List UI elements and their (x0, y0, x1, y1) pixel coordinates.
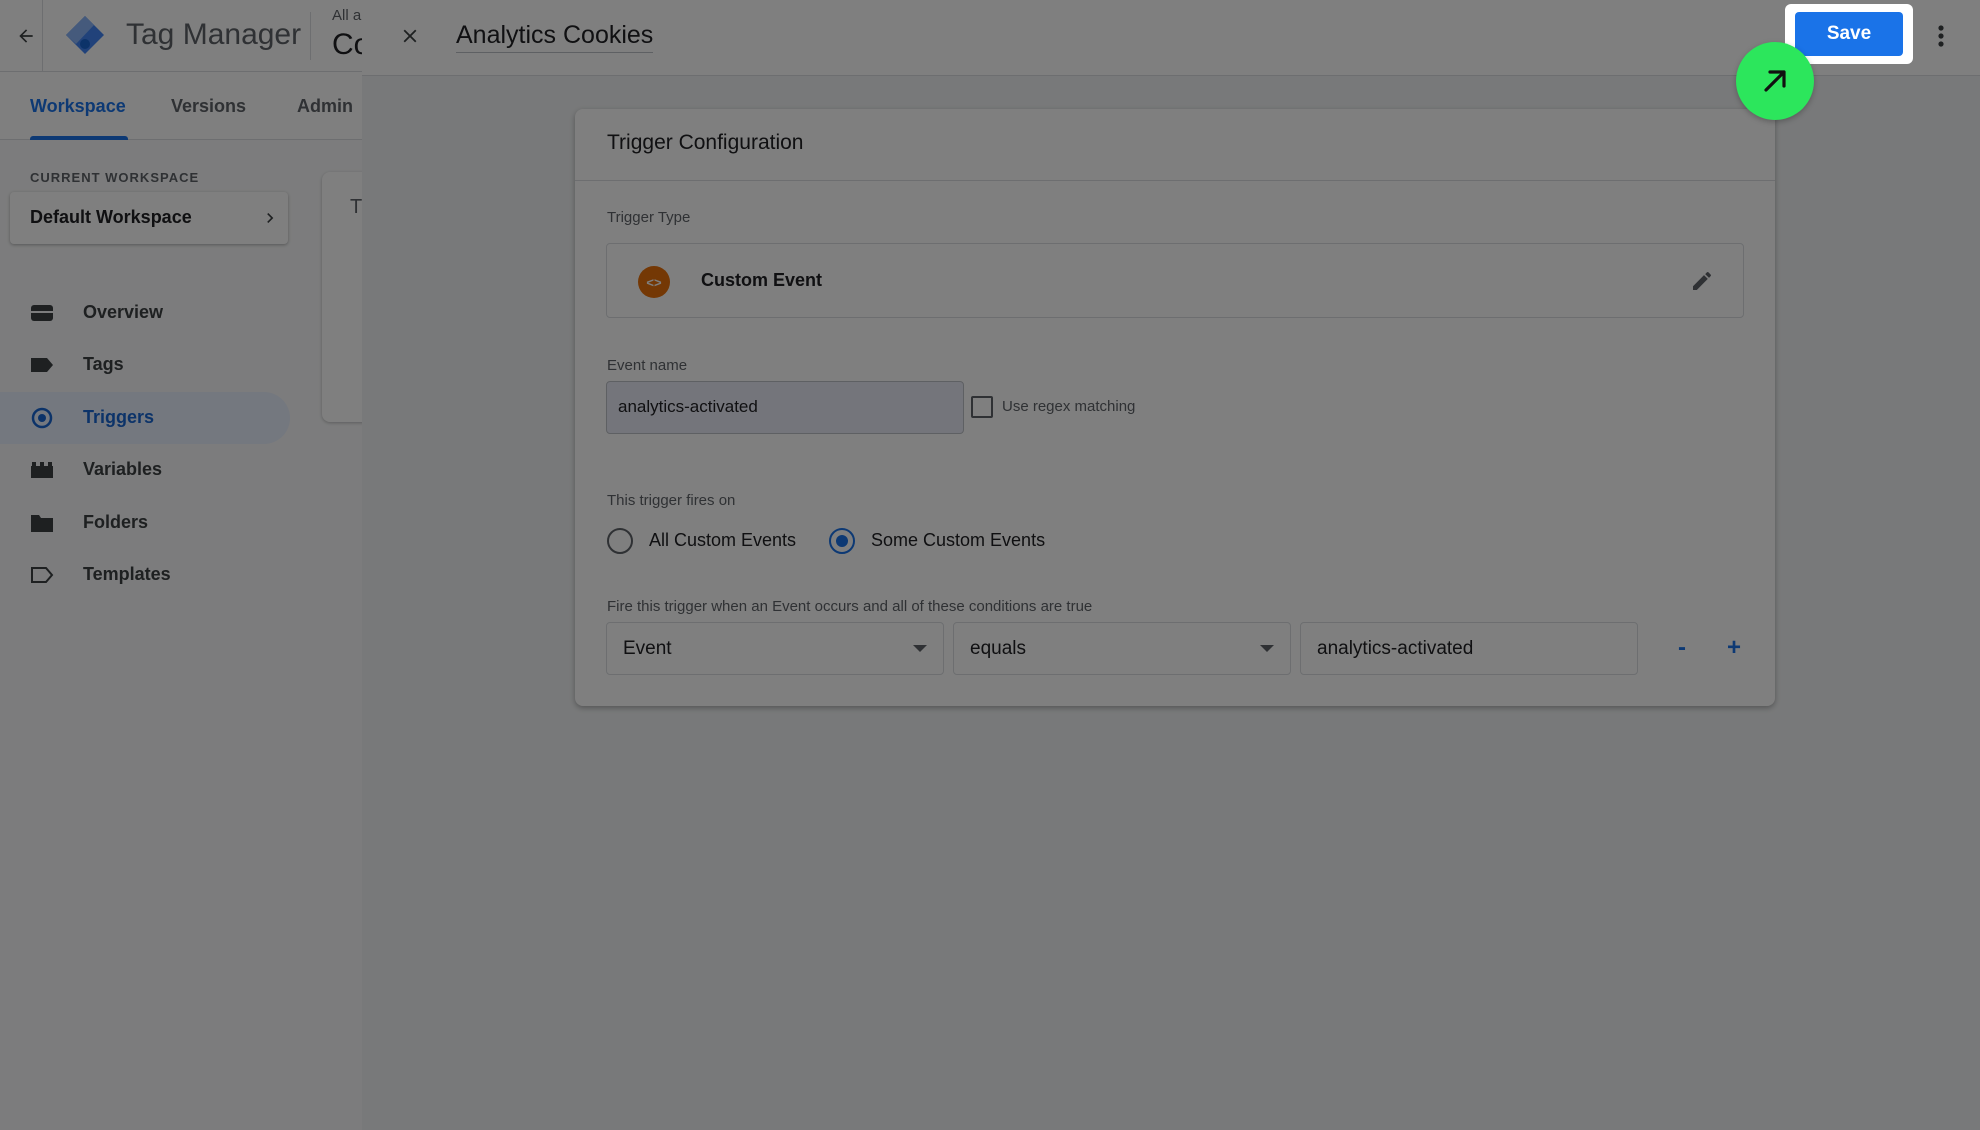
pointer-arrow-icon (1736, 42, 1814, 120)
save-button[interactable]: Save (1795, 12, 1903, 56)
dim-overlay (0, 0, 1980, 1130)
